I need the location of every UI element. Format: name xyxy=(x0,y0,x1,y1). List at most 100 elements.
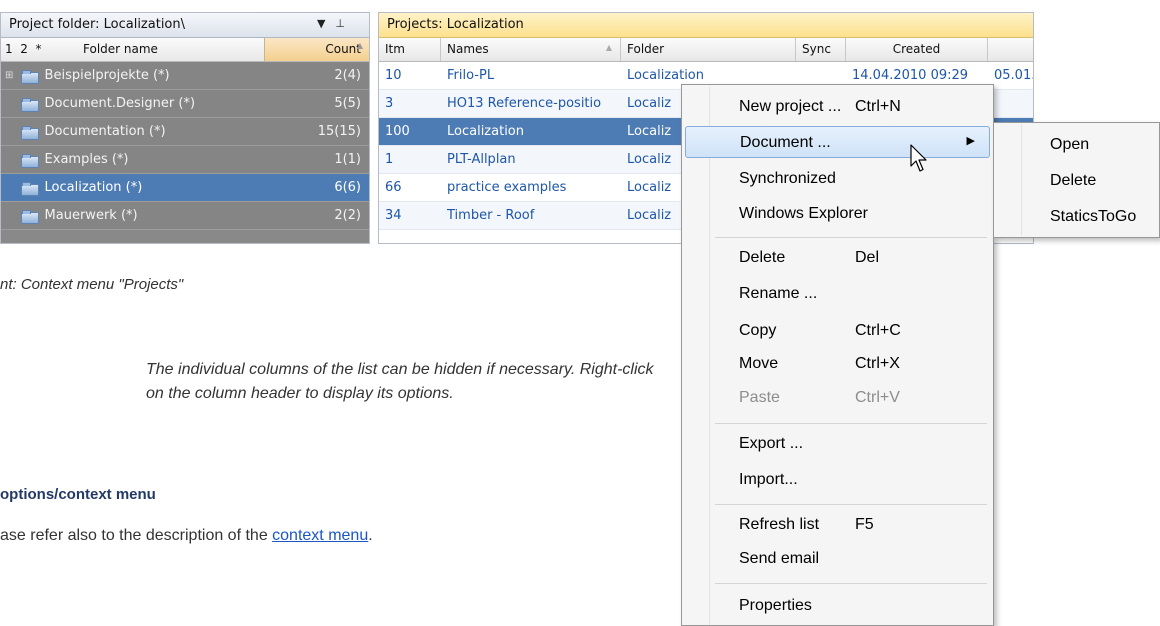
folder-name: Examples (*) xyxy=(44,152,129,167)
project-folder: Localization xyxy=(627,68,704,83)
figure-caption: nt: Context menu "Projects" xyxy=(0,276,184,293)
project-name: HO13 Reference-positio xyxy=(447,96,602,111)
projects-context-menu: New project ... Ctrl+N Document ... ▶ Sy… xyxy=(681,84,994,626)
menu-item-refresh-list[interactable]: Refresh list F5 xyxy=(685,509,990,541)
folder-row[interactable]: Documentation (*) 15(15) xyxy=(1,118,369,146)
menu-item-properties[interactable]: Properties xyxy=(685,590,990,622)
folder-name-column-header[interactable]: Folder name xyxy=(79,38,264,61)
menu-item-shortcut: Ctrl+X xyxy=(855,355,900,372)
menu-item-label: New project ... xyxy=(739,98,842,115)
project-name: Localization xyxy=(447,124,524,139)
project-name: Frilo-PL xyxy=(447,68,495,83)
project-name: PLT-Allplan xyxy=(447,152,516,167)
project-folder-panel: Project folder: Localization\ ▼⊥ 1 2 * F… xyxy=(0,12,370,244)
document-submenu: Open Delete StaticsToGo xyxy=(993,122,1160,238)
folder-icon xyxy=(20,125,39,140)
menu-item-new-project[interactable]: New project ... Ctrl+N xyxy=(685,91,990,123)
menu-item-label: Properties xyxy=(739,597,812,614)
panel-title-text: Project folder: Localization\ xyxy=(9,17,186,32)
submenu-item-open[interactable]: Open xyxy=(1050,136,1089,154)
submenu-icon-gutter xyxy=(1021,125,1022,235)
created-column-header[interactable]: Created xyxy=(846,38,988,61)
project-itm: 3 xyxy=(385,96,394,111)
menu-item-shortcut: Ctrl+V xyxy=(855,389,900,406)
menu-item-label: Delete xyxy=(739,249,786,266)
menu-item-rename[interactable]: Rename ... xyxy=(685,278,990,310)
menu-item-label: Paste xyxy=(739,389,780,406)
folder-name: Localization (*) xyxy=(44,180,143,195)
projects-panel-title: Projects: Localization xyxy=(379,13,1033,38)
menu-separator xyxy=(715,237,987,238)
menu-item-label: Import... xyxy=(739,471,798,488)
panel-dropdown-icon[interactable]: ▼ xyxy=(317,17,335,30)
reference-paragraph: ase refer also to the description of the… xyxy=(0,527,373,545)
names-header-label: Names xyxy=(447,42,489,56)
menu-item-label: Document ... xyxy=(740,134,831,151)
folder-name: Beispielprojekte (*) xyxy=(44,68,170,83)
itm-column-header[interactable]: Itm xyxy=(379,38,441,61)
folder-icon xyxy=(20,209,39,224)
menu-item-shortcut: Del xyxy=(855,249,880,266)
section-heading: options/context menu xyxy=(0,486,156,503)
sort-asc-icon: ▲ xyxy=(605,43,612,52)
project-modified: 05.01.2011 11:20 xyxy=(994,68,1033,83)
note-text: The individual columns of the list can b… xyxy=(146,361,654,402)
project-itm: 1 xyxy=(385,152,394,167)
project-itm: 34 xyxy=(385,208,402,223)
menu-item-paste: Paste Ctrl+V xyxy=(685,382,990,414)
menu-item-label: Rename ... xyxy=(739,285,818,302)
folder-row[interactable]: Mauerwerk (*) 2(2) xyxy=(1,202,369,230)
context-menu-link[interactable]: context menu xyxy=(272,527,368,544)
menu-item-label: Windows Explorer xyxy=(739,205,868,222)
folder-icon xyxy=(20,97,39,112)
panel-controls[interactable]: ▼⊥ xyxy=(317,17,355,30)
menu-item-shortcut: Ctrl+N xyxy=(855,98,901,115)
folder-name: Mauerwerk (*) xyxy=(44,208,138,223)
menu-item-document[interactable]: Document ... ▶ xyxy=(685,126,990,158)
folder-count: 1(1) xyxy=(334,152,361,167)
folder-row-selected[interactable]: Localization (*) 6(6) xyxy=(1,174,369,202)
names-column-header[interactable]: Names ▲ xyxy=(441,38,621,61)
menu-item-move[interactable]: Move Ctrl+X xyxy=(685,348,990,380)
project-itm: 100 xyxy=(385,124,410,139)
menu-separator xyxy=(715,583,987,584)
menu-item-label: Synchronized xyxy=(739,170,836,187)
filler-column-header xyxy=(988,38,1033,61)
projects-table-header: Itm Names ▲ Folder Sync Created xyxy=(379,38,1033,62)
folder-count: 6(6) xyxy=(334,180,361,195)
submenu-arrow-icon: ▶ xyxy=(966,135,975,147)
menu-item-synchronized[interactable]: Synchronized xyxy=(685,163,990,195)
folder-column-header[interactable]: Folder xyxy=(621,38,796,61)
pin-icon[interactable]: ⊥ xyxy=(335,17,355,30)
menu-item-copy[interactable]: Copy Ctrl+C xyxy=(685,315,990,347)
project-itm: 10 xyxy=(385,68,402,83)
menu-item-delete[interactable]: Delete Del xyxy=(685,242,990,274)
menu-item-label: Refresh list xyxy=(739,516,820,533)
menu-item-export[interactable]: Export ... xyxy=(685,428,990,460)
folder-count: 15(15) xyxy=(317,124,361,139)
project-folder-panel-title: Project folder: Localization\ ▼⊥ xyxy=(1,13,369,38)
menu-item-import[interactable]: Import... xyxy=(685,464,990,496)
folder-row[interactable]: Examples (*) 1(1) xyxy=(1,146,369,174)
menu-item-windows-explorer[interactable]: Windows Explorer xyxy=(685,198,990,230)
project-name: practice examples xyxy=(447,180,567,195)
menu-item-send-email[interactable]: Send email xyxy=(685,543,990,575)
paragraph-text: ase refer also to the description of the xyxy=(0,527,273,544)
folder-count: 2(2) xyxy=(334,208,361,223)
menu-item-label: Copy xyxy=(739,322,777,339)
folder-row[interactable]: ⊞ Beispielprojekte (*) 2(4) xyxy=(1,62,369,90)
count-column-header[interactable]: Count ▲ xyxy=(264,38,369,61)
project-created: 14.04.2010 09:29 xyxy=(852,68,969,83)
folder-count: 5(5) xyxy=(334,96,361,111)
submenu-item-staticstogo[interactable]: StaticsToGo xyxy=(1050,208,1136,226)
folder-row[interactable]: Document.Designer (*) 5(5) xyxy=(1,90,369,118)
sync-column-header[interactable]: Sync xyxy=(796,38,846,61)
menu-separator xyxy=(715,423,987,424)
level-column-header[interactable]: 1 2 * xyxy=(1,38,79,61)
menu-item-shortcut: Ctrl+C xyxy=(855,322,901,339)
expand-icon[interactable]: ⊞ xyxy=(5,70,19,81)
menu-separator xyxy=(715,504,987,505)
folder-icon xyxy=(20,69,39,84)
menu-item-label: Send email xyxy=(739,550,820,567)
submenu-item-delete[interactable]: Delete xyxy=(1050,172,1096,190)
